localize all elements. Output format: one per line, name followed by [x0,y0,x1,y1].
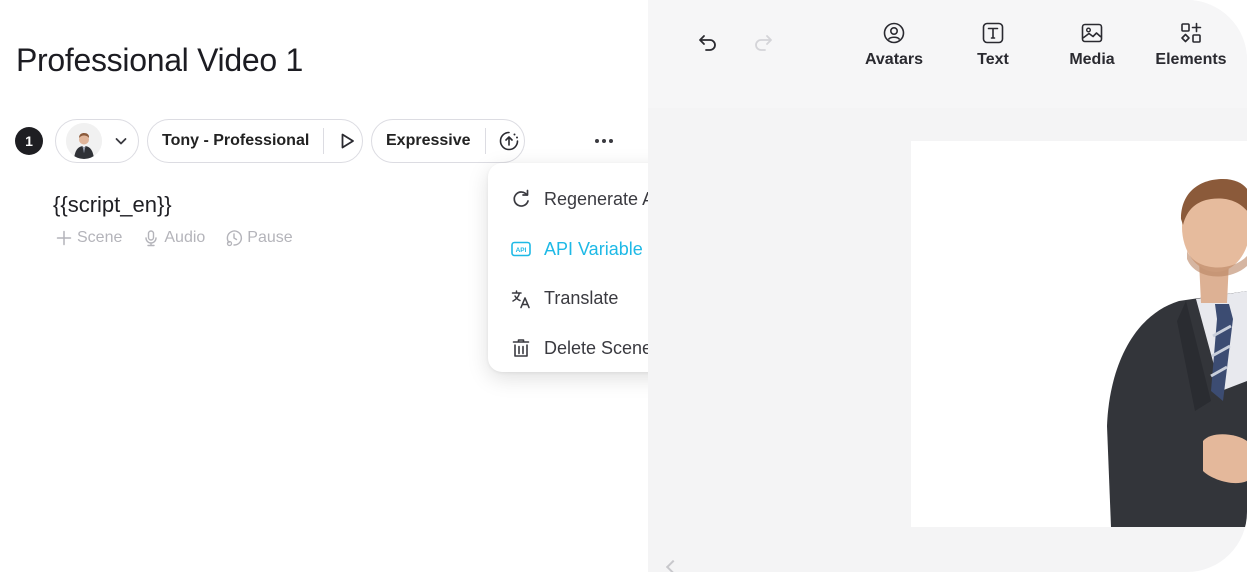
presenter-avatar-image[interactable] [911,141,1247,527]
add-pause-button[interactable]: Pause [225,229,293,247]
canvas-toolbar: Avatars Text Media Elements [648,0,1247,108]
menu-item-label: API Variable [544,238,643,259]
play-icon[interactable] [336,130,358,152]
tool-label: Text [977,51,1009,68]
voice-name-label: Tony - Professional [162,132,310,149]
microphone-icon [145,230,158,247]
video-canvas[interactable] [911,141,1247,527]
divider [484,128,486,154]
divider [323,128,325,154]
add-scene-button[interactable]: Scene [55,229,122,247]
avatar-circle-icon [883,22,905,44]
add-audio-button[interactable]: Audio [142,229,205,247]
tool-label: Media [1069,51,1115,68]
script-actions: Scene Audio Pause [55,229,293,247]
translate-icon [511,290,530,309]
plus-icon [56,230,72,246]
pause-clock-icon [226,230,243,247]
api-icon: API [511,241,531,257]
add-audio-label: Audio [164,229,206,246]
page-title[interactable]: Professional Video 1 [16,42,303,79]
tool-label: Avatars [864,51,924,68]
image-icon [1081,23,1103,43]
scene-script-text[interactable]: {{script_en}} [53,192,172,218]
scroll-left-icon[interactable] [665,559,681,572]
more-options-icon[interactable] [590,130,618,152]
menu-item-label: Delete Scene [544,337,653,358]
tool-text[interactable]: Text [953,21,1033,69]
add-pause-label: Pause [247,229,293,246]
text-box-icon [982,22,1004,44]
scene-toolbar: 1 Tony - Professional Expressive [15,119,533,163]
voice-style-label: Expressive [386,132,471,149]
voice-selector[interactable]: Tony - Professional [147,119,363,163]
menu-item-label: Translate [544,288,619,309]
chevron-down-icon [115,138,127,145]
tool-elements[interactable]: Elements [1151,21,1231,69]
voice-style-selector[interactable]: Expressive [371,119,525,163]
tool-media[interactable]: Media [1052,21,1132,69]
avatar-selector[interactable] [55,119,139,163]
svg-text:API: API [516,247,527,254]
undo-icon[interactable] [696,30,720,54]
scene-number-badge: 1 [15,127,43,155]
voice-tune-icon[interactable] [498,130,520,152]
tool-avatars[interactable]: Avatars [854,21,934,69]
canvas-panel: Avatars Text Media Elements [648,0,1247,572]
redo-icon[interactable] [751,30,775,54]
trash-icon [512,339,530,358]
regenerate-icon [513,189,529,207]
shapes-icon [1181,22,1202,43]
add-scene-label: Scene [77,229,123,246]
avatar-thumbnail [66,123,102,159]
tool-label: Elements [1155,51,1227,68]
